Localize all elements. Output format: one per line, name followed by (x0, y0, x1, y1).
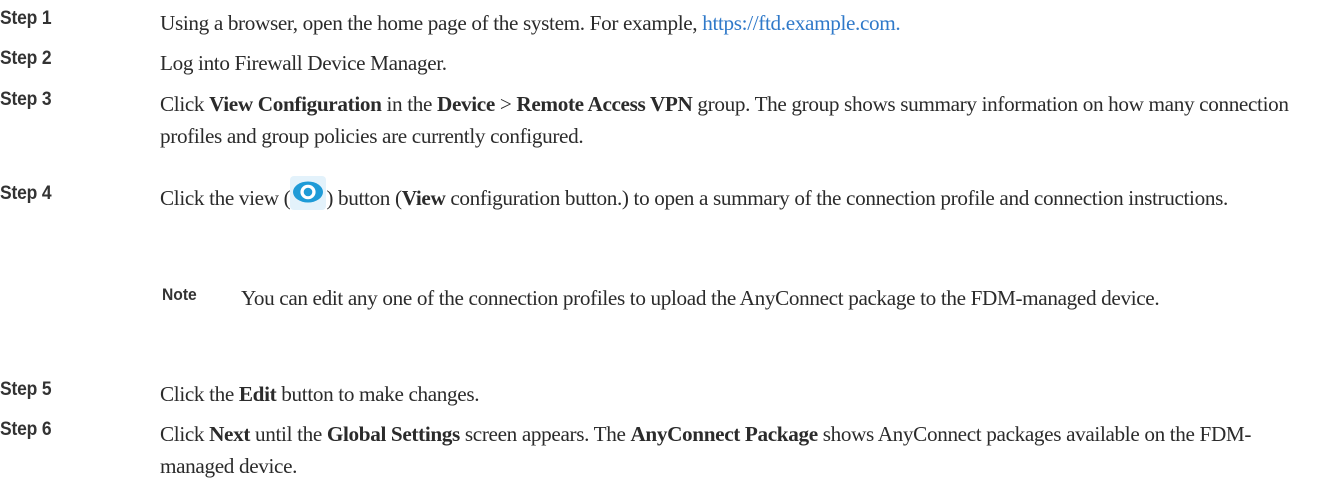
step-text: Log into Firewall Device Manager. (160, 47, 1320, 79)
step-text-segment: Click the (160, 382, 239, 406)
step-text-segment: in the (381, 92, 437, 116)
step-text: Click View Configuration in the Device >… (160, 88, 1320, 152)
procedure-page: Step 1 Using a browser, open the home pa… (0, 0, 1331, 478)
step-text: Click Next until the Global Settings scr… (160, 418, 1320, 482)
step-label: Step 6 (0, 419, 52, 440)
step-text-segment: configuration button.) to open a summary… (445, 186, 1228, 210)
step-text-segment: Click the view ( (160, 186, 291, 210)
global-settings-term: Global Settings (326, 422, 460, 446)
step-text-segment: until the (250, 422, 327, 446)
view-configuration-term: View Configuration (209, 92, 382, 116)
step-label: Step 4 (0, 183, 52, 204)
step-text: Click the view ( ) button (View configura… (160, 176, 1320, 214)
eye-icon (290, 176, 327, 214)
note-label: Note (162, 285, 197, 304)
step-text-segment: Click (160, 92, 210, 116)
step-text-segment: Click (160, 422, 210, 446)
remote-access-vpn-term: Remote Access VPN (516, 92, 693, 116)
device-term: Device (437, 92, 495, 116)
step-label: Step 3 (0, 89, 52, 110)
next-term: Next (209, 422, 251, 446)
example-url-link[interactable]: https://ftd.example.com. (702, 11, 900, 35)
step-text-segment: > (494, 92, 517, 116)
step-label: Step 2 (0, 48, 52, 69)
step-text-segment: ) button ( (326, 186, 402, 210)
step-text-segment: Using a browser, open the home page of t… (160, 11, 703, 35)
step-text: Using a browser, open the home page of t… (160, 7, 1320, 39)
note-text: You can edit any one of the connection p… (241, 286, 1160, 310)
step-text-segment: Log into Firewall Device Manager. (160, 51, 447, 75)
step-text-segment: button to make changes. (276, 382, 480, 406)
anyconnect-package-term: AnyConnect Package (630, 422, 818, 446)
step-label: Step 1 (0, 8, 52, 29)
step-text-segment: screen appears. The (459, 422, 631, 446)
step-label: Step 5 (0, 379, 52, 400)
view-term: View (401, 186, 446, 210)
step-text: Click the Edit button to make changes. (160, 378, 1320, 410)
edit-term: Edit (238, 382, 277, 406)
